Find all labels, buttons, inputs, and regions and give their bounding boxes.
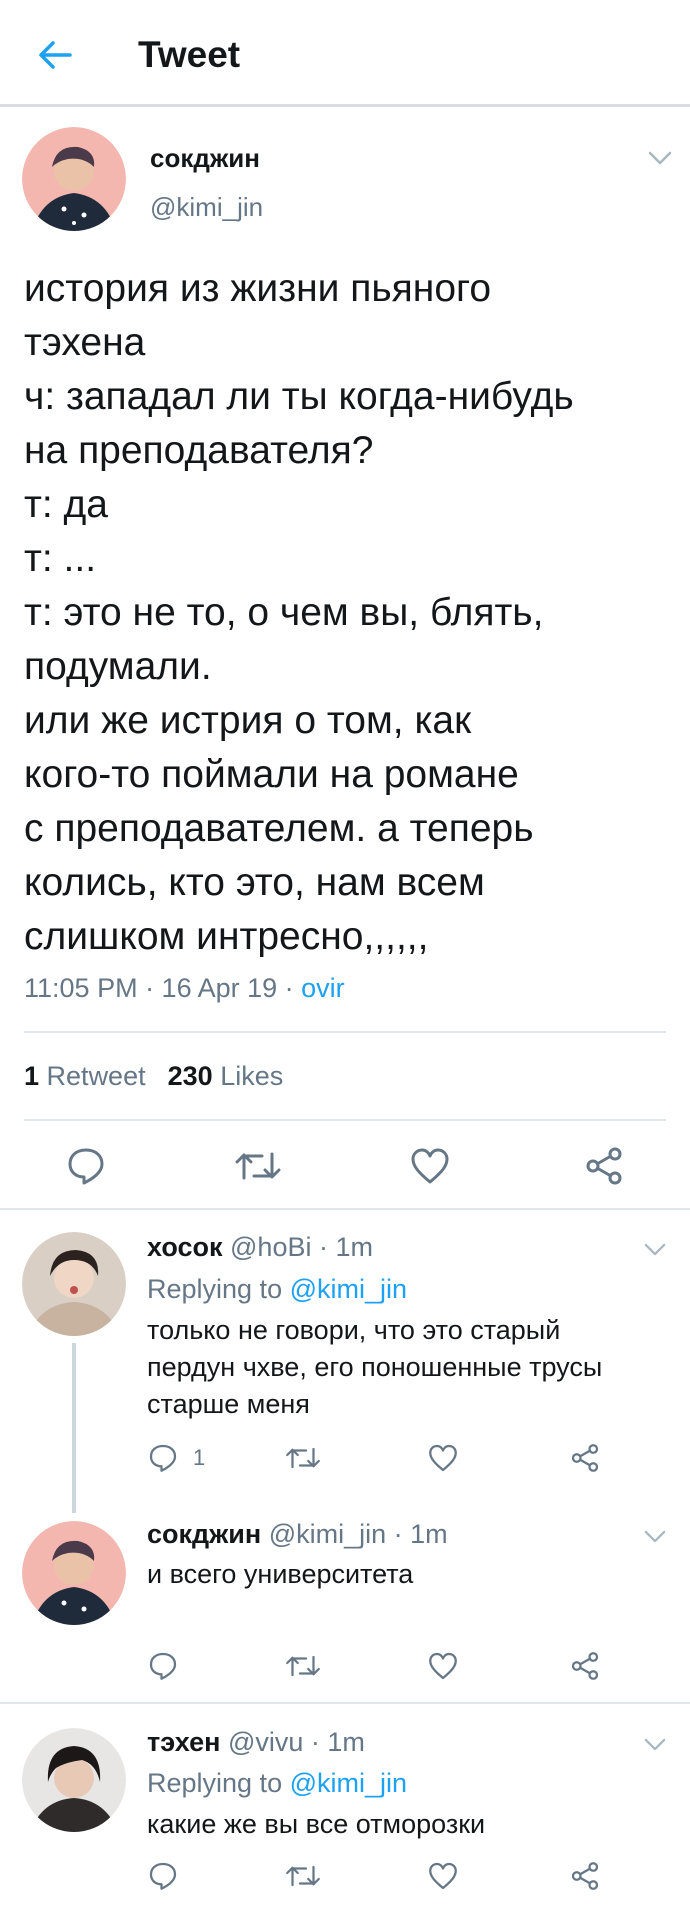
share-icon[interactable] [579,1142,629,1190]
reply-author-name[interactable]: сокджин [147,1519,261,1549]
tweet-text-line: т: да [24,483,108,526]
chevron-down-icon[interactable] [640,1234,670,1264]
reply-handle-time: @kimi_jin · 1m [261,1519,448,1549]
reply-author-name[interactable]: тэхен [147,1727,220,1757]
tweet-text-line: подумали. [24,645,212,688]
reply-icon[interactable] [145,1440,181,1476]
tweet-timestamp: 11:05 PM · 16 Apr 19 · ovir [24,973,345,1004]
reply-text: и всего университета [147,1556,413,1593]
replying-to: Replying to @kimi_jin [147,1768,407,1799]
heart-icon[interactable] [405,1142,455,1190]
reply-text-line: какие же вы все отморозки [147,1809,486,1839]
likes-stat[interactable]: 230 Likes [168,1061,284,1091]
avatar[interactable] [22,1728,126,1832]
divider [24,1119,666,1121]
share-icon[interactable] [566,1858,604,1894]
reply-icon[interactable] [145,1858,181,1894]
reply-handle-time: @hoBi · 1m [222,1232,373,1262]
retweets-stat[interactable]: 1 Retweet [24,1061,146,1091]
tweet-text-line: или же истрия о том, как [24,699,472,742]
retweets-count: 1 [24,1061,40,1091]
tweet-text-line: кого-то поймали на романе [24,753,519,796]
replying-prefix: Replying to [147,1768,290,1798]
tweet-text-line: ч: западал ли ты когда-нибудь [24,375,574,418]
reply-header: сокджин @kimi_jin · 1m [147,1519,448,1550]
avatar[interactable] [22,1521,126,1625]
divider [0,1208,690,1210]
page-title: Tweet [138,34,241,75]
avatar[interactable] [22,1232,126,1336]
author-name[interactable]: сокджин [150,143,260,174]
tweet-text-line: т: ... [24,537,97,580]
tweet-text-line: т: это не то, о чем вы, блять, [24,591,544,634]
tweet-text-line: с преподавателем. а теперь [24,807,534,850]
share-icon[interactable] [566,1648,604,1684]
replying-to: Replying to @kimi_jin [147,1274,407,1305]
heart-icon[interactable] [424,1440,462,1476]
tweet-text-line: слишком интресно,,,,,, [24,915,429,958]
retweets-label: Retweet [46,1061,146,1091]
tweet-stats: 1 Retweet 230 Likes [24,1061,283,1092]
chevron-down-icon[interactable] [640,1729,670,1759]
author-handle[interactable]: @kimi_jin [150,192,263,223]
retweet-icon[interactable] [282,1440,324,1476]
reply-icon[interactable] [62,1142,110,1190]
timestamp-text: 11:05 PM · 16 Apr 19 · [24,973,302,1003]
avatar[interactable] [22,127,126,231]
retweet-icon[interactable] [282,1648,324,1684]
replying-mention[interactable]: @kimi_jin [290,1274,407,1304]
reply-text-line: пердун чхве, его поношенные трусы [147,1352,603,1382]
reply-text-line: и всего университета [147,1559,414,1589]
top-bar: Tweet [0,0,690,107]
heart-icon[interactable] [424,1858,462,1894]
likes-label: Likes [220,1061,284,1091]
divider [0,1702,690,1704]
chevron-down-icon[interactable] [645,143,675,173]
reply-header: хосок @hoBi · 1m [147,1232,373,1263]
thread-line [72,1343,76,1513]
reply-header: тэхен @vivu · 1m [147,1727,365,1758]
tweet-text-line: на преподавателя? [24,429,374,472]
reply-text-line: старше меня [147,1389,310,1419]
divider [24,1031,666,1033]
reply-text-line: только не говори, что это старый [147,1315,561,1345]
share-icon[interactable] [566,1440,604,1476]
likes-count: 230 [167,1061,213,1091]
heart-icon[interactable] [424,1648,462,1684]
reply-author-name[interactable]: хосок [147,1232,223,1262]
chevron-down-icon[interactable] [640,1521,670,1551]
back-button[interactable] [30,30,80,80]
tweet-text: история из жизни пьяного тэхена ч: запад… [24,262,674,964]
reply-handle-time: @vivu · 1m [220,1727,365,1757]
reply-count: 1 [193,1445,206,1470]
tweet-text-line: история из жизни пьяного [24,267,492,310]
retweet-icon[interactable] [230,1142,286,1190]
tweet-text-line: тэхена [24,321,146,364]
tweet-text-line: колись, кто это, нам всем [24,861,485,904]
via-link[interactable]: ovir [301,973,345,1003]
replying-prefix: Replying to [147,1274,290,1304]
reply-icon[interactable] [145,1648,181,1684]
arrow-left-icon [39,41,72,69]
reply-text: какие же вы все отморозки [147,1806,485,1843]
replying-mention[interactable]: @kimi_jin [290,1768,407,1798]
reply-text: только не говори, что это старый пердун … [147,1312,602,1423]
retweet-icon[interactable] [282,1858,324,1894]
